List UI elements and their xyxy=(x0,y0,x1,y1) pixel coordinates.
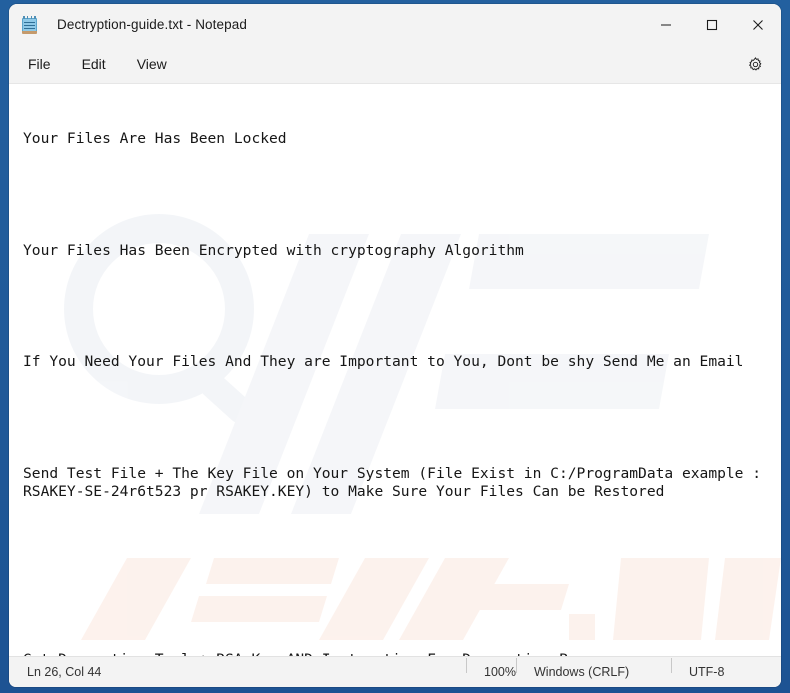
note-line: If You Need Your Files And They are Impo… xyxy=(23,353,744,371)
notepad-window: Dectryption-guide.txt - Notepad File Edi… xyxy=(9,4,781,687)
title-bar[interactable]: Dectryption-guide.txt - Notepad xyxy=(9,4,781,45)
status-encoding-wrap: UTF-8 xyxy=(671,665,781,679)
note-blank-line xyxy=(23,539,777,558)
note-blank-line xyxy=(23,186,777,205)
note-line: Send Test File + The Key File on Your Sy… xyxy=(23,464,770,501)
menu-bar: File Edit View xyxy=(9,45,781,84)
note-line: Get Decryption Tool + RSA Key AND Instru… xyxy=(23,651,777,656)
notepad-icon xyxy=(21,15,39,34)
menu-item-edit[interactable]: Edit xyxy=(70,52,118,76)
gear-icon[interactable] xyxy=(739,49,771,79)
note-line: Your Files Has Been Encrypted with crypt… xyxy=(23,241,524,259)
close-button[interactable] xyxy=(735,4,781,45)
note-blank-line xyxy=(23,595,777,614)
status-cursor-position: Ln 26, Col 44 xyxy=(27,665,102,679)
note-line: Your Files Are Has Been Locked xyxy=(23,130,287,148)
status-zoom-level[interactable]: 100% xyxy=(466,665,516,679)
note-blank-line xyxy=(23,409,777,428)
maximize-button[interactable] xyxy=(689,4,735,45)
status-line-ending[interactable]: Windows (CRLF) xyxy=(516,665,629,679)
note-blank-line xyxy=(23,298,777,317)
window-controls xyxy=(643,4,781,45)
desktop-background: Dectryption-guide.txt - Notepad File Edi… xyxy=(0,0,790,693)
minimize-button[interactable] xyxy=(643,4,689,45)
note-text[interactable]: Your Files Are Has Been Locked Your File… xyxy=(9,84,781,656)
status-encoding[interactable]: UTF-8 xyxy=(671,665,724,679)
menu-item-view[interactable]: View xyxy=(125,52,179,76)
menu-item-file[interactable]: File xyxy=(16,52,63,76)
window-title: Dectryption-guide.txt - Notepad xyxy=(57,17,247,32)
status-eol-wrap: Windows (CRLF) xyxy=(516,665,671,679)
text-editor[interactable]: Your Files Are Has Been Locked Your File… xyxy=(9,84,781,656)
status-zoom-wrap: 100% xyxy=(466,665,516,679)
status-bar: Ln 26, Col 44 100% Windows (CRLF) UTF-8 xyxy=(9,656,781,687)
